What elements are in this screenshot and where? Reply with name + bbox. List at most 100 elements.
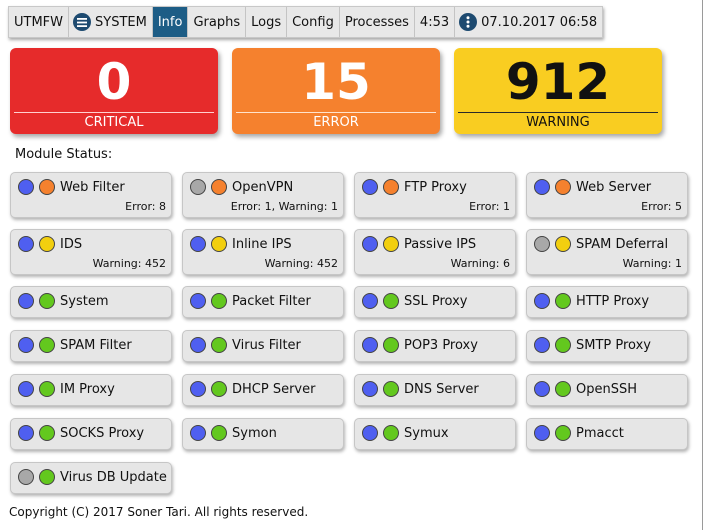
module-tile[interactable]: SSL Proxy <box>354 286 516 318</box>
warning-label: WARNING <box>526 115 590 130</box>
running-status-dot-icon <box>18 179 34 195</box>
tab-info-label: Info <box>157 14 183 30</box>
running-status-dot-icon <box>18 236 34 252</box>
health-status-dot-icon <box>39 236 55 252</box>
critical-summary-card[interactable]: 0 CRITICAL <box>10 48 218 134</box>
health-status-dot-icon <box>211 293 227 309</box>
module-tile[interactable]: Virus Filter <box>182 330 344 362</box>
warning-summary-card[interactable]: 912 WARNING <box>454 48 662 134</box>
error-summary-card[interactable]: 15 ERROR <box>232 48 440 134</box>
health-status-dot-icon <box>383 425 399 441</box>
running-status-dot-icon <box>18 337 34 353</box>
module-detail: Error: 5 <box>641 200 682 213</box>
module-detail: Error: 1 <box>469 200 510 213</box>
module-tile[interactable]: OpenVPN Error: 1, Warning: 1 <box>182 172 344 218</box>
health-status-dot-icon <box>39 293 55 309</box>
module-status-heading: Module Status: <box>15 147 113 162</box>
module-name: SSL Proxy <box>404 294 468 309</box>
health-status-dot-icon <box>211 381 227 397</box>
error-label: ERROR <box>313 115 359 130</box>
running-status-dot-icon <box>362 236 378 252</box>
module-tile[interactable]: SMTP Proxy <box>526 330 688 362</box>
module-name: FTP Proxy <box>404 180 467 195</box>
running-status-dot-icon <box>362 179 378 195</box>
tab-logs[interactable]: Logs <box>246 7 288 37</box>
module-tile[interactable]: Passive IPS Warning: 6 <box>354 229 516 275</box>
running-status-dot-icon <box>190 293 206 309</box>
module-detail: Error: 1, Warning: 1 <box>230 200 338 213</box>
module-detail: Error: 8 <box>125 200 166 213</box>
health-status-dot-icon <box>211 337 227 353</box>
module-name: Virus DB Update <box>60 470 167 485</box>
menu-brand[interactable]: UTMFW <box>9 7 70 37</box>
module-tile[interactable]: Symon <box>182 418 344 450</box>
health-status-dot-icon <box>211 425 227 441</box>
hamburger-menu-icon[interactable] <box>73 13 92 31</box>
module-tile[interactable]: FTP Proxy Error: 1 <box>354 172 516 218</box>
module-tile[interactable]: SOCKS Proxy <box>10 418 172 450</box>
module-detail: Warning: 452 <box>92 257 166 270</box>
uptime-display: 4:53 <box>415 7 456 37</box>
module-name: SPAM Deferral <box>576 237 669 252</box>
module-tile[interactable]: DHCP Server <box>182 374 344 406</box>
module-tile[interactable]: IDS Warning: 452 <box>10 229 172 275</box>
health-status-dot-icon <box>555 179 571 195</box>
module-tile[interactable]: SPAM Filter <box>10 330 172 362</box>
vertical-dots-menu-icon[interactable] <box>459 13 478 31</box>
critical-count: 0 <box>96 53 132 111</box>
warning-count: 912 <box>505 53 611 111</box>
tab-graphs-label: Graphs <box>193 14 241 30</box>
module-tile[interactable]: Web Server Error: 5 <box>526 172 688 218</box>
window-border <box>702 0 703 530</box>
module-tile[interactable]: OpenSSH <box>526 374 688 406</box>
uptime-value: 4:53 <box>419 14 450 30</box>
module-tile[interactable]: DNS Server <box>354 374 516 406</box>
module-name: POP3 Proxy <box>404 338 478 353</box>
running-status-dot-icon <box>534 293 550 309</box>
health-status-dot-icon <box>211 236 227 252</box>
tab-graphs[interactable]: Graphs <box>188 7 247 37</box>
module-tile[interactable]: Packet Filter <box>182 286 344 318</box>
module-name: Symux <box>404 426 449 441</box>
health-status-dot-icon <box>211 179 227 195</box>
running-status-dot-icon <box>534 337 550 353</box>
module-detail: Warning: 6 <box>450 257 510 270</box>
health-status-dot-icon <box>383 293 399 309</box>
module-tile[interactable]: Symux <box>354 418 516 450</box>
module-name: IDS <box>60 237 83 252</box>
tab-processes[interactable]: Processes <box>340 7 415 37</box>
module-tile[interactable]: Pmacct <box>526 418 688 450</box>
module-tile[interactable]: SPAM Deferral Warning: 1 <box>526 229 688 275</box>
brand-label: UTMFW <box>14 14 64 30</box>
module-tile[interactable]: Virus DB Update <box>10 462 172 494</box>
module-name: Web Filter <box>60 180 125 195</box>
datetime-display: 07.10.2017 06:58 <box>455 7 602 37</box>
health-status-dot-icon <box>39 337 55 353</box>
module-tile[interactable]: System <box>10 286 172 318</box>
running-status-dot-icon <box>190 337 206 353</box>
health-status-dot-icon <box>383 236 399 252</box>
health-status-dot-icon <box>555 337 571 353</box>
system-label: SYSTEM <box>95 14 147 30</box>
module-tile[interactable]: Inline IPS Warning: 452 <box>182 229 344 275</box>
module-tile[interactable]: Web Filter Error: 8 <box>10 172 172 218</box>
module-tile[interactable]: HTTP Proxy <box>526 286 688 318</box>
running-status-dot-icon <box>190 381 206 397</box>
menu-system[interactable]: SYSTEM <box>69 7 153 37</box>
health-status-dot-icon <box>555 236 571 252</box>
health-status-dot-icon <box>39 179 55 195</box>
module-tile[interactable]: POP3 Proxy <box>354 330 516 362</box>
running-status-dot-icon <box>534 381 550 397</box>
card-divider <box>236 112 436 113</box>
module-name: OpenVPN <box>232 180 294 195</box>
tab-processes-label: Processes <box>344 14 409 30</box>
module-name: SMTP Proxy <box>576 338 651 353</box>
tab-config[interactable]: Config <box>287 7 340 37</box>
datetime-value: 07.10.2017 06:58 <box>481 14 598 30</box>
running-status-dot-icon <box>190 179 206 195</box>
running-status-dot-icon <box>362 425 378 441</box>
tab-logs-label: Logs <box>251 14 282 30</box>
module-tile[interactable]: IM Proxy <box>10 374 172 406</box>
tab-info[interactable]: Info <box>152 7 189 37</box>
running-status-dot-icon <box>534 236 550 252</box>
